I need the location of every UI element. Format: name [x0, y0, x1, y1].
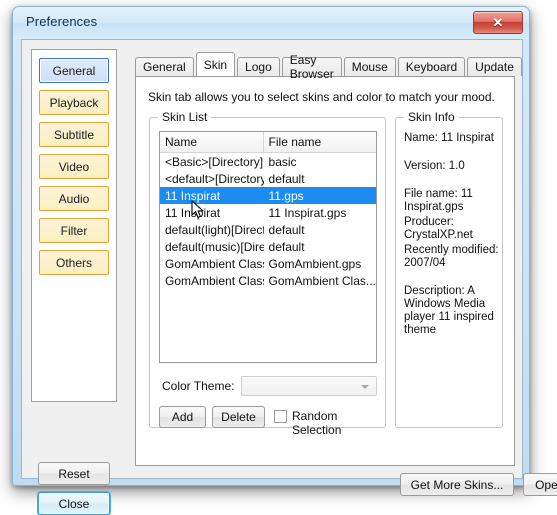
cell-name: <Basic>[Directory]: [160, 153, 264, 170]
dialog-client-area: General Playback Subtitle Video Audio Fi…: [21, 39, 523, 479]
table-row-selected[interactable]: 11 Inspirat 11.gps: [160, 187, 376, 204]
sidebar-item-label: General: [53, 64, 96, 78]
tab-label: Easy Browser: [290, 53, 334, 81]
cell-file-name: default: [264, 221, 376, 238]
sidebar-item-label: Subtitle: [54, 128, 94, 142]
sidebar-item-video[interactable]: Video: [39, 154, 109, 179]
reset-button[interactable]: Reset: [38, 462, 110, 485]
cell-file-name: GomAmbient Clas...: [264, 272, 376, 289]
cell-file-name: default: [264, 170, 376, 187]
color-theme-select[interactable]: [241, 376, 377, 396]
window-title: Preferences: [26, 14, 97, 29]
tab-general[interactable]: General: [135, 57, 194, 76]
tab-logo[interactable]: Logo: [237, 57, 280, 76]
color-theme-row: Color Theme:: [159, 376, 377, 396]
skin-info-recently-modified: Recently modified: 2007/04: [404, 244, 499, 270]
tab-skin[interactable]: Skin: [196, 52, 235, 76]
table-row[interactable]: GomAmbient Classic GomAmbient.gps: [160, 255, 376, 272]
skin-list-group-label: Skin List: [158, 110, 211, 124]
sidebar-item-label: Filter: [61, 224, 88, 238]
close-icon: ✕: [474, 12, 522, 33]
cell-name: default(music)[Dire...: [160, 238, 264, 255]
sidebar-item-general[interactable]: General: [39, 58, 109, 83]
sidebar-item-label: Video: [59, 160, 89, 174]
sidebar-item-others[interactable]: Others: [39, 250, 109, 275]
close-button[interactable]: Close: [38, 492, 110, 515]
skin-list-view[interactable]: Name File name <Basic>[Directory] basic …: [159, 131, 377, 363]
tab-label: General: [143, 60, 186, 74]
table-row[interactable]: <default>[Directory] default: [160, 170, 376, 187]
tab-label: Skin: [204, 58, 227, 72]
skin-info-description: Description: A Windows Media player 11 i…: [404, 285, 499, 337]
window-close-button[interactable]: ✕: [473, 11, 523, 34]
cell-file-name: 11.gps: [264, 187, 376, 204]
tab-bar: General Skin Logo Easy Browser Mouse Key…: [135, 54, 524, 76]
table-row[interactable]: default(light)[Direct... default: [160, 221, 376, 238]
sidebar-item-label: Others: [56, 256, 92, 270]
cell-file-name: GomAmbient.gps: [264, 255, 376, 272]
open-directory-button[interactable]: Open Directory...: [523, 473, 557, 496]
tab-label: Update: [475, 60, 514, 74]
tab-mouse[interactable]: Mouse: [344, 57, 396, 76]
skin-info-version: Version: 1.0: [404, 160, 499, 173]
delete-button-label: Delete: [221, 410, 256, 424]
desktop-background: Preferences ✕ General Playback Subtitle …: [0, 0, 557, 510]
cell-name: 11 Inspirat: [160, 204, 264, 221]
random-selection-checkbox[interactable]: [274, 410, 287, 423]
cell-name: GomAmbient Classic: [160, 255, 264, 272]
tab-label: Mouse: [352, 60, 388, 74]
tab-easy-browser[interactable]: Easy Browser: [282, 57, 342, 76]
skin-list-header: Name File name: [160, 132, 376, 153]
get-more-skins-button[interactable]: Get More Skins...: [400, 473, 514, 496]
window-titlebar[interactable]: Preferences ✕: [13, 7, 529, 39]
get-more-skins-label: Get More Skins...: [411, 478, 504, 492]
preferences-window: Preferences ✕ General Playback Subtitle …: [12, 6, 530, 486]
cell-name: <default>[Directory]: [160, 170, 264, 187]
sidebar-item-filter[interactable]: Filter: [39, 218, 109, 243]
category-sidebar: General Playback Subtitle Video Audio Fi…: [31, 49, 117, 402]
tab-keyboard[interactable]: Keyboard: [398, 57, 465, 76]
color-theme-label: Color Theme:: [162, 379, 234, 393]
cell-file-name: basic: [264, 153, 376, 170]
add-button[interactable]: Add: [159, 406, 206, 428]
sidebar-item-label: Audio: [59, 192, 90, 206]
skin-info-producer: Producer: CrystalXP.net: [404, 216, 499, 242]
reset-button-label: Reset: [58, 467, 89, 481]
tab-label: Keyboard: [406, 60, 457, 74]
open-directory-label: Open Directory...: [535, 478, 557, 492]
skin-info-group-label: Skin Info: [404, 110, 459, 124]
chevron-down-icon: [361, 385, 369, 389]
skin-tab-panel: Skin tab allows you to select skins and …: [135, 76, 515, 466]
table-row[interactable]: 11 Inspirat 11 Inspirat.gps: [160, 204, 376, 221]
table-row[interactable]: default(music)[Dire... default: [160, 238, 376, 255]
skin-info-name: Name: 11 Inspirat: [404, 132, 499, 145]
sidebar-item-playback[interactable]: Playback: [39, 90, 109, 115]
skin-info-file-name: File name: 11 Inspirat.gps: [404, 188, 499, 214]
skin-info-group: Skin Info Name: 11 Inspirat Version: 1.0…: [395, 117, 503, 428]
skin-tab-description: Skin tab allows you to select skins and …: [148, 90, 495, 104]
cell-name: GomAmbient Classic: [160, 272, 264, 289]
random-selection-label[interactable]: Random Selection: [292, 409, 341, 437]
add-button-label: Add: [172, 410, 193, 424]
cell-name: 11 Inspirat: [160, 187, 264, 204]
column-header-file-name[interactable]: File name: [264, 132, 376, 152]
table-row[interactable]: <Basic>[Directory] basic: [160, 153, 376, 170]
tab-label: Logo: [245, 60, 272, 74]
sidebar-item-subtitle[interactable]: Subtitle: [39, 122, 109, 147]
cell-file-name: default: [264, 238, 376, 255]
cell-name: default(light)[Direct...: [160, 221, 264, 238]
cell-file-name: 11 Inspirat.gps: [264, 204, 376, 221]
column-header-name[interactable]: Name: [160, 132, 264, 152]
sidebar-item-label: Playback: [50, 96, 99, 110]
sidebar-item-audio[interactable]: Audio: [39, 186, 109, 211]
close-button-label: Close: [59, 497, 90, 511]
table-row[interactable]: GomAmbient Classic GomAmbient Clas...: [160, 272, 376, 289]
skin-list-group: Skin List Name File name <Basic>[Directo…: [149, 117, 386, 428]
tab-update[interactable]: Update: [467, 57, 522, 76]
delete-button[interactable]: Delete: [212, 406, 265, 428]
